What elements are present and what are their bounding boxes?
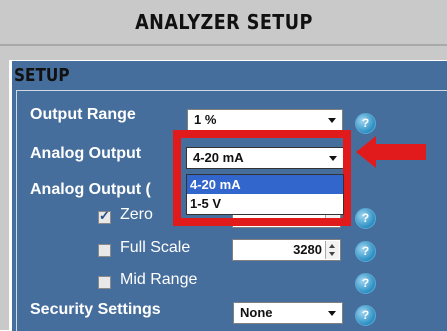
analog-output-label: Analog Output <box>30 145 142 162</box>
section-title: SETUP <box>14 65 70 86</box>
dropdown-option[interactable]: 1-5 V <box>187 194 343 213</box>
help-icon[interactable]: ? <box>355 241 376 262</box>
output-range-select[interactable]: 1 % <box>187 109 343 131</box>
full-scale-value: 3280 <box>293 242 322 257</box>
full-scale-checkbox[interactable] <box>98 244 111 257</box>
spinner-icon[interactable] <box>325 241 339 259</box>
page-title: ANALYZER SETUP <box>134 10 313 34</box>
mid-range-checkbox[interactable] <box>98 276 111 289</box>
analog-output-dropdown-list[interactable]: 4-20 mA 1-5 V <box>186 174 344 215</box>
zero-label: Zero <box>120 206 153 223</box>
analyzer-setup-window: ANALYZER SETUP SETUP Output Range 1 % ? … <box>0 0 447 331</box>
security-settings-select[interactable]: None <box>233 302 343 324</box>
dropdown-option[interactable]: 4-20 mA <box>187 175 343 194</box>
output-range-label: Output Range <box>30 106 136 123</box>
chevron-down-icon <box>328 118 336 123</box>
full-scale-input[interactable]: 3280 <box>232 239 341 261</box>
security-settings-label: Security Settings <box>30 301 161 318</box>
full-scale-label: Full Scale <box>120 239 191 256</box>
analog-output-cal-label: Analog Output ( <box>30 181 151 198</box>
header-bar: ANALYZER SETUP <box>0 0 447 46</box>
zero-checkbox[interactable] <box>98 208 111 224</box>
help-icon[interactable]: ? <box>355 273 376 294</box>
help-icon[interactable]: ? <box>355 113 376 134</box>
help-icon[interactable]: ? <box>355 305 376 326</box>
chevron-down-icon <box>328 311 336 316</box>
output-range-value: 1 % <box>194 112 217 127</box>
mid-range-label: Mid Range <box>120 271 198 288</box>
security-settings-value: None <box>240 305 273 320</box>
help-icon[interactable]: ? <box>355 208 376 229</box>
red-arrow-icon <box>356 136 426 168</box>
